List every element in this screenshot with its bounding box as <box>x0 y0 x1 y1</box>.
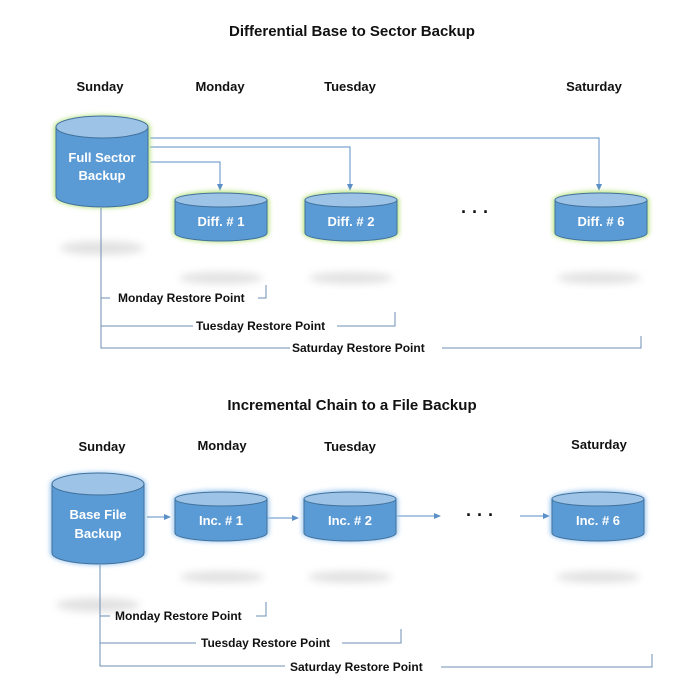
day-label-saturday: Saturday <box>571 437 627 452</box>
restore-line-saturday-end <box>441 654 653 668</box>
ellipsis: · · · <box>461 202 489 222</box>
node-label: Diff. # 2 <box>328 214 375 229</box>
node-label: Diff. # 1 <box>198 214 245 229</box>
day-label-monday: Monday <box>197 438 247 453</box>
ellipsis: · · · <box>466 505 494 525</box>
full-sector-backup-cylinder: Full Sector Backup <box>54 115 150 208</box>
restore-point-saturday: Saturday Restore Point <box>290 660 423 674</box>
diagram-title: Differential Base to Sector Backup <box>229 23 475 40</box>
base-label-line2: Backup <box>75 526 122 541</box>
base-file-backup-cylinder: Base File Backup <box>50 472 146 565</box>
node-label: Inc. # 1 <box>199 513 243 528</box>
restore-line-saturday-end <box>442 336 642 349</box>
node-label: Inc. # 2 <box>328 513 372 528</box>
reflection-shadow <box>179 272 263 284</box>
node-label: Diff. # 6 <box>578 214 625 229</box>
node-label: Inc. # 6 <box>576 513 620 528</box>
restore-point-tuesday: Tuesday Restore Point <box>201 636 330 650</box>
diff-1-cylinder: Diff. # 1 <box>173 191 269 242</box>
reflection-shadow <box>557 272 641 284</box>
reflection-shadow <box>308 571 392 583</box>
restore-point-tuesday: Tuesday Restore Point <box>196 319 325 333</box>
base-label-line1: Full Sector <box>68 150 135 165</box>
incremental-diagram: Incremental Chain to a File Backup Sunda… <box>50 397 653 674</box>
day-label-sunday: Sunday <box>77 79 125 94</box>
inc-6-cylinder: Inc. # 6 <box>550 490 646 542</box>
inc-1-cylinder: Inc. # 1 <box>173 490 269 542</box>
restore-point-monday: Monday Restore Point <box>115 609 242 623</box>
restore-point-monday: Monday Restore Point <box>118 291 245 305</box>
connector-to-diff-6 <box>150 137 602 191</box>
day-label-monday: Monday <box>195 79 245 94</box>
reflection-shadow <box>556 571 640 583</box>
reflection-shadow <box>180 571 264 583</box>
diff-2-cylinder: Diff. # 2 <box>303 191 399 242</box>
reflection-shadow <box>60 241 144 255</box>
inc-2-cylinder: Inc. # 2 <box>302 490 398 542</box>
differential-diagram: Differential Base to Sector Backup Sunda… <box>54 23 649 355</box>
day-label-sunday: Sunday <box>79 439 127 454</box>
day-label-saturday: Saturday <box>566 79 622 94</box>
base-label-line1: Base File <box>69 507 126 522</box>
restore-line-monday-end <box>258 285 267 299</box>
backup-diagrams: Differential Base to Sector Backup Sunda… <box>50 23 653 674</box>
connector-to-diff-2 <box>150 146 353 191</box>
restore-line-monday-end <box>256 602 267 617</box>
base-label-line2: Backup <box>79 168 126 183</box>
diff-6-cylinder: Diff. # 6 <box>553 191 649 242</box>
day-label-tuesday: Tuesday <box>324 79 377 94</box>
restore-point-saturday: Saturday Restore Point <box>292 341 425 355</box>
reflection-shadow <box>309 272 393 284</box>
restore-line-tuesday-end <box>337 312 396 327</box>
restore-line-tuesday-end <box>342 629 402 644</box>
day-label-tuesday: Tuesday <box>324 439 377 454</box>
diagram-title: Incremental Chain to a File Backup <box>227 397 476 414</box>
connector-to-diff-1 <box>150 161 223 191</box>
